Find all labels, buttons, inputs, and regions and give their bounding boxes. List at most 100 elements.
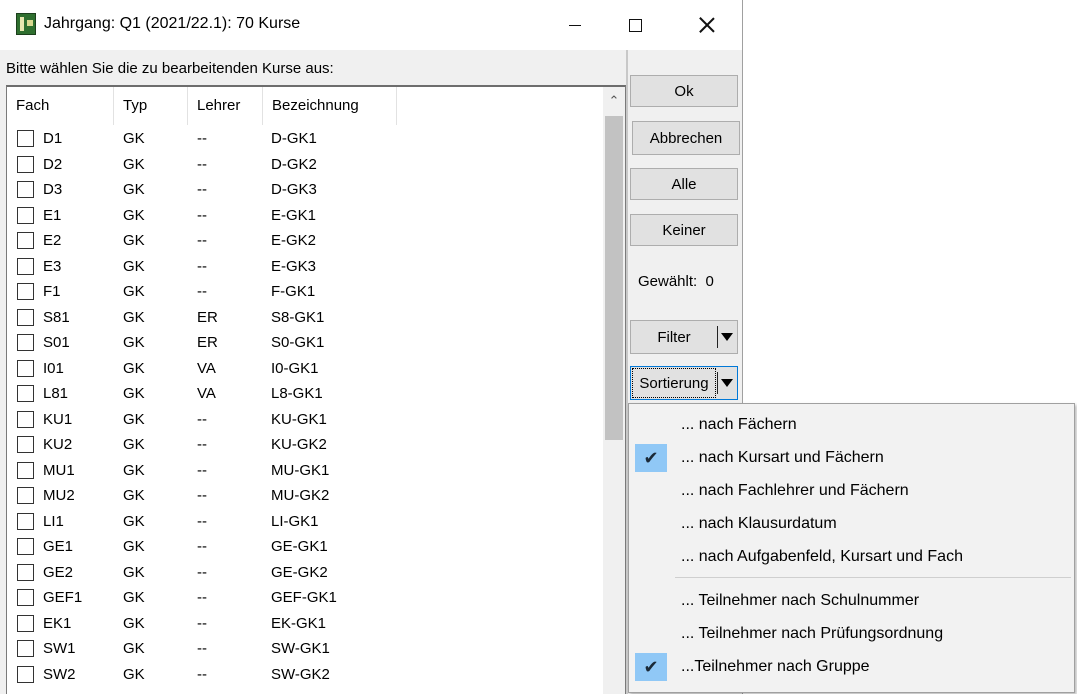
row-checkbox[interactable] <box>17 563 34 581</box>
minimize-button[interactable] <box>552 0 598 50</box>
scroll-thumb[interactable] <box>605 116 623 440</box>
filter-split-button[interactable]: Filter <box>630 320 738 354</box>
table-row[interactable]: I01 GK VA I0-GK1 <box>7 356 605 381</box>
sort-split-button[interactable]: Sortierung <box>630 366 738 400</box>
sort-menu-item-label: ... nach Kursart und Fächern <box>681 449 884 466</box>
vertical-scrollbar[interactable]: ⌃ <box>603 87 625 694</box>
row-checkbox[interactable] <box>17 538 34 555</box>
row-checkbox[interactable] <box>17 130 34 147</box>
row-checkbox[interactable] <box>17 155 34 173</box>
table-row[interactable]: D1 GK -- D-GK1 <box>7 126 605 151</box>
sort-menu-item[interactable]: ✔ ...Teilnehmer nach Gruppe <box>629 650 1074 683</box>
close-button[interactable] <box>684 0 730 50</box>
row-checkbox[interactable] <box>17 461 34 479</box>
table-row[interactable]: E1 GK -- E-GK1 <box>7 203 605 228</box>
row-checkbox[interactable] <box>17 512 34 530</box>
cell-fach: GE2 <box>43 563 74 581</box>
row-checkbox[interactable] <box>17 589 34 606</box>
table-row[interactable]: F1 GK -- F-GK1 <box>7 279 605 304</box>
sort-menu-item[interactable]: ... Teilnehmer nach Schulnummer <box>629 584 1074 617</box>
cell-fach: EK1 <box>43 614 72 632</box>
row-checkbox[interactable] <box>17 487 34 504</box>
cell-typ: GK <box>123 308 145 326</box>
cell-bezeichnung: L8-GK1 <box>271 385 323 402</box>
row-checkbox[interactable] <box>17 436 34 453</box>
row-checkbox[interactable] <box>17 665 34 683</box>
cancel-button[interactable]: Abbrechen <box>632 121 740 155</box>
table-row[interactable]: MU2 GK -- MU-GK2 <box>7 483 605 508</box>
cell-fach: E2 <box>43 232 62 249</box>
cell-lehrer: VA <box>197 385 216 402</box>
row-checkbox[interactable] <box>17 257 34 275</box>
row-checkbox[interactable] <box>17 206 34 224</box>
table-row[interactable]: SW2 GK -- SW-GK2 <box>7 662 605 687</box>
minimize-icon <box>569 24 581 26</box>
sort-menu-item[interactable]: ✔ ... nach Kursart und Fächern <box>629 441 1074 474</box>
ok-button[interactable]: Ok <box>630 75 738 107</box>
cell-typ: GK <box>123 563 145 581</box>
column-header-typ[interactable]: Typ <box>114 87 188 125</box>
table-row[interactable]: E2 GK -- E-GK2 <box>7 228 605 253</box>
filter-button-label[interactable]: Filter <box>631 321 717 353</box>
title-bar[interactable]: Jahrgang: Q1 (2021/22.1): 70 Kurse <box>0 0 742 50</box>
row-checkbox[interactable] <box>17 614 34 632</box>
checkmark-icon: ✔ <box>635 653 667 681</box>
selected-count: Gewählt: 0 <box>638 273 714 290</box>
checkmark-icon: ✔ <box>635 444 667 472</box>
table-row[interactable]: KU1 GK -- KU-GK1 <box>7 407 605 432</box>
cell-bezeichnung: KU-GK1 <box>271 410 327 428</box>
row-checkbox[interactable] <box>17 359 34 377</box>
window-title: Jahrgang: Q1 (2021/22.1): 70 Kurse <box>44 15 301 32</box>
cell-typ: GK <box>123 283 145 300</box>
course-list[interactable]: Fach Typ Lehrer Bezeichnung D1 GK -- D-GK1 D… <box>6 85 626 694</box>
row-checkbox[interactable] <box>17 232 34 249</box>
dropdown-arrow-icon[interactable] <box>721 379 733 387</box>
row-checkbox[interactable] <box>17 410 34 428</box>
table-row[interactable]: D3 GK -- D-GK3 <box>7 177 605 202</box>
table-row[interactable]: KU2 GK -- KU-GK2 <box>7 432 605 457</box>
cell-lehrer: -- <box>197 206 207 224</box>
selection-prompt: Bitte wählen Sie die zu bearbeitenden Ku… <box>6 60 334 77</box>
table-row[interactable]: EK1 GK -- EK-GK1 <box>7 611 605 636</box>
sort-menu-item[interactable]: ... nach Fächern <box>629 408 1074 441</box>
table-row[interactable]: SW1 GK -- SW-GK1 <box>7 636 605 661</box>
cell-typ: GK <box>123 461 145 479</box>
table-row[interactable]: D2 GK -- D-GK2 <box>7 152 605 177</box>
cell-lehrer: -- <box>197 538 207 555</box>
row-checkbox[interactable] <box>17 181 34 198</box>
column-header-fach[interactable]: Fach <box>7 87 114 125</box>
table-row[interactable]: GE1 GK -- GE-GK1 <box>7 534 605 559</box>
cell-fach: E1 <box>43 206 62 224</box>
table-row[interactable]: L81 GK VA L8-GK1 <box>7 381 605 406</box>
cell-typ: GK <box>123 436 145 453</box>
sort-menu-item[interactable]: ... nach Klausurdatum <box>629 507 1074 540</box>
column-header-lehrer[interactable]: Lehrer <box>188 87 263 125</box>
select-none-button[interactable]: Keiner <box>630 214 738 246</box>
sort-menu-item[interactable]: ... Teilnehmer nach Prüfungsordnung <box>629 617 1074 650</box>
maximize-button[interactable] <box>612 0 658 50</box>
row-checkbox[interactable] <box>17 334 34 351</box>
table-row[interactable]: GE2 GK -- GE-GK2 <box>7 560 605 585</box>
cell-fach: L81 <box>43 385 69 402</box>
sort-button-label[interactable]: Sortierung <box>632 368 716 398</box>
select-all-button[interactable]: Alle <box>630 168 738 200</box>
table-row[interactable]: GEF1 GK -- GEF-GK1 <box>7 585 605 610</box>
sort-menu-item[interactable]: ... nach Fachlehrer und Fächern <box>629 474 1074 507</box>
column-header-bezeichnung[interactable]: Bezeichnung <box>263 87 397 125</box>
table-row[interactable]: MU1 GK -- MU-GK1 <box>7 458 605 483</box>
table-row[interactable]: S01 GK ER S0-GK1 <box>7 330 605 355</box>
cell-bezeichnung: F-GK1 <box>271 283 316 300</box>
row-checkbox[interactable] <box>17 640 34 657</box>
table-row[interactable]: LI1 GK -- LI-GK1 <box>7 509 605 534</box>
sort-menu-item[interactable]: ... nach Aufgabenfeld, Kursart und Fach <box>629 540 1074 573</box>
table-row[interactable]: S81 GK ER S8-GK1 <box>7 305 605 330</box>
row-checkbox[interactable] <box>17 283 34 300</box>
app-icon <box>16 13 36 35</box>
scroll-up-icon[interactable]: ⌃ <box>603 89 625 113</box>
row-checkbox[interactable] <box>17 385 34 402</box>
maximize-icon <box>628 18 642 32</box>
row-checkbox[interactable] <box>17 308 34 326</box>
dropdown-arrow-icon[interactable] <box>721 333 733 341</box>
cell-typ: GK <box>123 385 145 402</box>
table-row[interactable]: E3 GK -- E-GK3 <box>7 254 605 279</box>
